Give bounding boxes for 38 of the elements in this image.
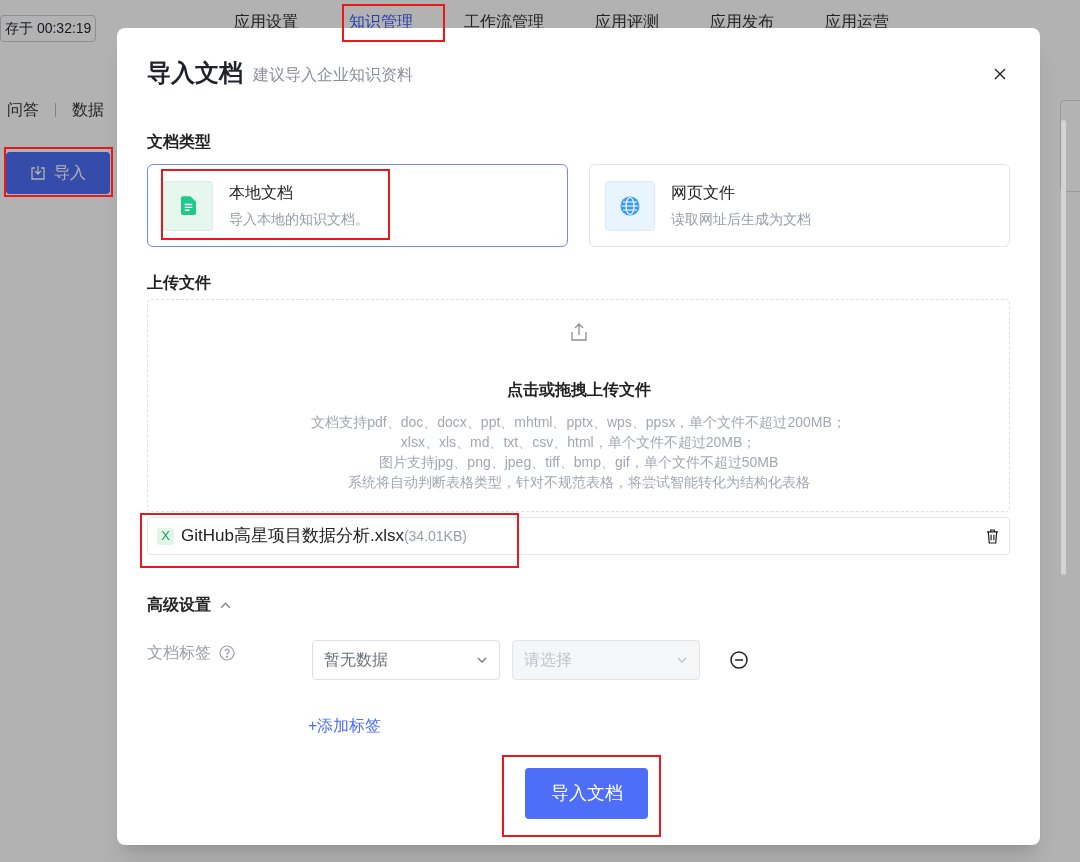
sub-tab[interactable]: 问答 (7, 98, 39, 122)
card-title: 网页文件 (671, 183, 736, 203)
tag-select[interactable]: 暂无数据 (312, 640, 500, 680)
section-label: 高级设置 (147, 595, 211, 615)
upload-dropzone[interactable]: 点击或拖拽上传文件 文档支持pdf、doc、docx、ppt、mhtml、pptx、wps、ppsx，单个文件不超过200MB； xlsx、xls、md、txt、csv、html，单个文件不超过20MB； 图片支持jpg、png、jpeg、tiff、bmp、gif，单个文件不超过50MB 系统将自动判断表格类型，针对不规范表格，将尝试智能转化为结构化表格 (147, 299, 1010, 512)
document-type-card[interactable]: 网页文件 读取网址后生成为文档 (589, 164, 1010, 247)
file-name: GitHub高星项目数据分析.xlsx (181, 525, 404, 548)
save-status: 存于 00:32:19 (0, 14, 97, 42)
trash-icon (985, 528, 999, 544)
globe-icon (605, 180, 655, 231)
card-description: 读取网址后生成为文档 (671, 210, 811, 229)
dialog-title: 导入文档 (147, 58, 243, 88)
file-size: (34.01KB) (403, 526, 467, 546)
add-tag-link[interactable]: +添加标签 (308, 714, 748, 738)
minus-circle-icon (730, 651, 748, 669)
upload-hint: 文档支持pdf、doc、docx、ppt、mhtml、pptx、wps、ppsx，单个文件不超过200MB； (311, 413, 846, 432)
dialog-subtitle: 建议导入企业知识资料 (253, 65, 413, 85)
import-document-button[interactable]: 导入文档 (525, 768, 648, 819)
card-title: 本地文档 (229, 183, 294, 203)
help-icon (219, 645, 235, 661)
section-label: 文档类型 (147, 132, 212, 152)
upload-hint: xlsx、xls、md、txt、csv、html，单个文件不超过20MB； (400, 433, 757, 452)
delete-button[interactable] (984, 528, 1000, 544)
dropzone-title: 点击或拖拽上传文件 (506, 380, 651, 400)
card-description: 导入本地的知识文档。 (229, 210, 369, 229)
import-icon (30, 165, 46, 181)
field-label: 文档标签 (147, 643, 211, 663)
upload-hint: 系统将自动判断表格类型，针对不规范表格，将尝试智能转化为结构化表格 (347, 473, 810, 492)
import-button[interactable]: 导入 (6, 152, 110, 194)
remove-button[interactable] (730, 651, 748, 669)
sub-tab[interactable]: 数据 (72, 98, 104, 122)
document-type-card[interactable]: 本地文档 导入本地的知识文档。 (147, 164, 568, 247)
upload-icon (568, 322, 589, 342)
document-icon (163, 180, 213, 231)
section-label: 上传文件 (147, 273, 212, 293)
spreadsheet-icon: X (157, 527, 174, 545)
upload-hint: 图片支持jpg、png、jpeg、tiff、bmp、gif，单个文件不超过50MB (378, 453, 779, 472)
close-icon (994, 68, 1006, 80)
